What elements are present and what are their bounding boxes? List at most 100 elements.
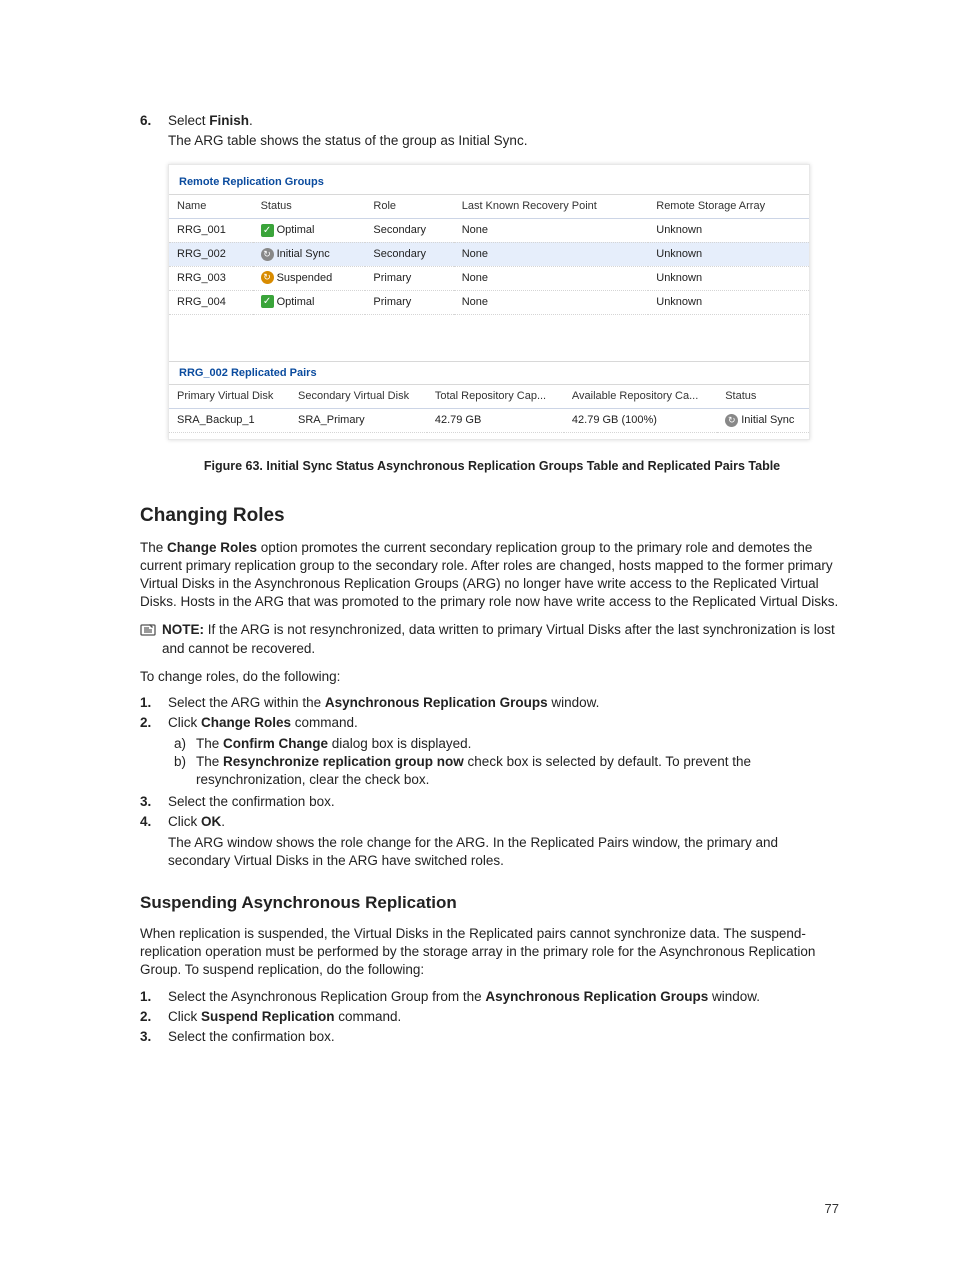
sub-marker: a) <box>174 735 196 753</box>
figure-63: Remote Replication Groups Name Status Ro… <box>168 164 810 440</box>
step-body: Select the Asynchronous Replication Grou… <box>168 988 844 1006</box>
cell-rsa: Unknown <box>648 290 809 314</box>
sub-list: a) The Confirm Change dialog box is disp… <box>174 735 844 790</box>
note-icon <box>140 622 162 643</box>
table-row[interactable]: SRA_Backup_1 SRA_Primary 42.79 GB 42.79 … <box>169 409 809 433</box>
cell-lrp: None <box>454 242 649 266</box>
optimal-icon <box>261 224 274 237</box>
cr-step-3: 3. Select the confirmation box. <box>140 793 844 811</box>
pairs-table: Primary Virtual Disk Secondary Virtual D… <box>169 385 809 433</box>
text: dialog box is displayed. <box>328 736 471 751</box>
table-row[interactable]: RRG_002 Initial Sync Secondary None Unkn… <box>169 242 809 266</box>
cell-lrp: None <box>454 219 649 243</box>
sub-marker: b) <box>174 753 196 789</box>
text-bold: Finish <box>209 113 249 128</box>
text: . <box>221 814 225 829</box>
pairs-title: RRG_002 Replicated Pairs <box>169 361 809 386</box>
cell-pvd: SRA_Backup_1 <box>169 409 290 433</box>
cell-avail: 42.79 GB (100%) <box>564 409 717 433</box>
text: Click <box>168 814 201 829</box>
cell-rsa: Unknown <box>648 266 809 290</box>
sus-step-2: 2. Click Suspend Replication command. <box>140 1008 844 1026</box>
col-stat: Status <box>717 385 809 408</box>
text: command. <box>335 1009 402 1024</box>
step-body: Select Finish. <box>168 112 844 130</box>
cell-name: RRG_002 <box>169 242 253 266</box>
text: . <box>249 113 253 128</box>
suspended-icon <box>261 271 274 284</box>
paragraph: To change roles, do the following: <box>140 668 844 686</box>
cell-svd: SRA_Primary <box>290 409 427 433</box>
heading-suspending: Suspending Asynchronous Replication <box>140 892 844 915</box>
text: The <box>196 754 223 769</box>
text-bold: Asynchronous Replication Groups <box>485 989 708 1004</box>
cell-role: Primary <box>365 290 453 314</box>
step-body: Select the ARG within the Asynchronous R… <box>168 694 844 712</box>
text: Click <box>168 1009 201 1024</box>
col-name: Name <box>169 195 253 218</box>
step-body: Click Suspend Replication command. <box>168 1008 844 1026</box>
text: Select the ARG within the <box>168 695 325 710</box>
text: window. <box>548 695 600 710</box>
step-number: 4. <box>140 813 168 831</box>
step-number: 2. <box>140 714 168 791</box>
cell-lrp: None <box>454 290 649 314</box>
col-status: Status <box>253 195 366 218</box>
note-text: If the ARG is not resynchronized, data w… <box>162 622 835 655</box>
cr-step-4: 4. Click OK. <box>140 813 844 831</box>
page-number: 77 <box>825 1200 839 1218</box>
paragraph: The Change Roles option promotes the cur… <box>140 539 844 612</box>
step-body: Click OK. <box>168 813 844 831</box>
col-lrp: Last Known Recovery Point <box>454 195 649 218</box>
cell-name: RRG_003 <box>169 266 253 290</box>
col-rsa: Remote Storage Array <box>648 195 809 218</box>
sus-step-3: 3. Select the confirmation box. <box>140 1028 844 1046</box>
cell-status: Optimal <box>253 219 366 243</box>
text: Select <box>168 113 209 128</box>
step-number: 1. <box>140 988 168 1006</box>
text-bold: OK <box>201 814 221 829</box>
cell-name: RRG_004 <box>169 290 253 314</box>
cell-lrp: None <box>454 266 649 290</box>
cell-name: RRG_001 <box>169 219 253 243</box>
cr-step-2: 2. Click Change Roles command. a) The Co… <box>140 714 844 791</box>
arg-table: Name Status Role Last Known Recovery Poi… <box>169 195 809 314</box>
col-pvd: Primary Virtual Disk <box>169 385 290 408</box>
sync-icon <box>725 414 738 427</box>
note-label: NOTE: <box>162 622 204 637</box>
cell-stat: Initial Sync <box>717 409 809 433</box>
step-number: 6. <box>140 112 168 130</box>
sub-item-a: a) The Confirm Change dialog box is disp… <box>174 735 844 753</box>
table-row[interactable]: RRG_001 Optimal Secondary None Unknown <box>169 219 809 243</box>
cell-rsa: Unknown <box>648 242 809 266</box>
table-row[interactable]: RRG_004 Optimal Primary None Unknown <box>169 290 809 314</box>
step-body: Click Change Roles command. a) The Confi… <box>168 714 844 791</box>
step-body: Select the confirmation box. <box>168 793 844 811</box>
cell-status: Suspended <box>253 266 366 290</box>
text-bold: Resynchronize replication group now <box>223 754 464 769</box>
text: Select the Asynchronous Replication Grou… <box>168 989 485 1004</box>
cell-role: Primary <box>365 266 453 290</box>
text: The <box>140 540 167 555</box>
cr-step-4-detail: The ARG window shows the role change for… <box>168 834 844 870</box>
sub-body: The Confirm Change dialog box is display… <box>196 735 471 753</box>
col-role: Role <box>365 195 453 218</box>
text: command. <box>291 715 358 730</box>
optimal-icon <box>261 295 274 308</box>
step-6: 6. Select Finish. <box>140 112 844 130</box>
sus-step-1: 1. Select the Asynchronous Replication G… <box>140 988 844 1006</box>
figure-title: Remote Replication Groups <box>169 171 809 195</box>
text-bold: Confirm Change <box>223 736 328 751</box>
text: window. <box>708 989 760 1004</box>
sub-body: The Resynchronize replication group now … <box>196 753 844 789</box>
cell-rsa: Unknown <box>648 219 809 243</box>
table-row[interactable]: RRG_003 Suspended Primary None Unknown <box>169 266 809 290</box>
cell-status: Initial Sync <box>253 242 366 266</box>
col-total: Total Repository Cap... <box>427 385 564 408</box>
step-number: 1. <box>140 694 168 712</box>
note-body: NOTE: If the ARG is not resynchronized, … <box>162 621 844 657</box>
cell-status: Optimal <box>253 290 366 314</box>
paragraph: When replication is suspended, the Virtu… <box>140 925 844 980</box>
sync-icon <box>261 248 274 261</box>
step-number: 3. <box>140 793 168 811</box>
